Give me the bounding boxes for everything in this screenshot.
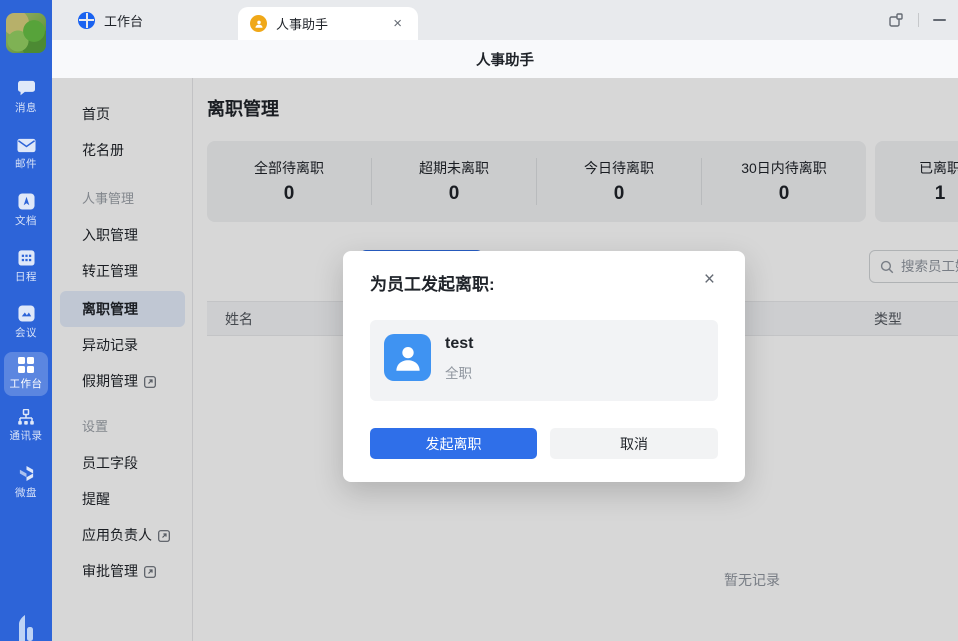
tab-label: 工作台 xyxy=(104,11,143,30)
sidebar-item-label: 文档 xyxy=(0,213,52,228)
mail-icon xyxy=(17,138,36,153)
sidebar-item-contacts[interactable]: 通讯录 xyxy=(0,409,52,443)
window-controls xyxy=(888,0,958,40)
sidebar-item-label: 日程 xyxy=(0,269,52,284)
workbench-grid-icon xyxy=(18,357,34,373)
sidebar-item-messages[interactable]: 消息 xyxy=(0,80,52,115)
meeting-icon xyxy=(18,305,35,322)
minimize-icon[interactable] xyxy=(933,19,946,21)
person-icon xyxy=(391,341,425,375)
docs-icon xyxy=(18,193,35,210)
app-window: 消息 邮件 文档 日程 xyxy=(0,0,958,641)
chart-flag-icon xyxy=(14,612,38,641)
tab-bar: 工作台 人事助手 × xyxy=(52,0,958,40)
detach-window-icon[interactable] xyxy=(888,12,904,28)
offboarding-modal: 为员工发起离职: × test 全职 发起离职 取消 xyxy=(343,251,745,482)
confirm-offboarding-button[interactable]: 发起离职 xyxy=(370,428,537,459)
sidebar-item-label: 消息 xyxy=(0,100,52,115)
hr-person-circle-icon xyxy=(250,15,267,32)
workbench-circle-icon xyxy=(78,12,95,29)
tab-hr-assistant[interactable]: 人事助手 × xyxy=(238,7,418,40)
chat-icon xyxy=(17,80,36,97)
tab-label: 人事助手 xyxy=(276,14,328,33)
employee-avatar xyxy=(384,334,431,381)
sidebar-item-calendar[interactable]: 日程 xyxy=(0,249,52,284)
user-avatar[interactable] xyxy=(6,13,46,53)
sidebar-item-bottom[interactable] xyxy=(0,612,52,641)
tab-workbench[interactable]: 工作台 xyxy=(62,0,159,40)
sidebar-item-meeting[interactable]: 会议 xyxy=(0,305,52,340)
sidebar-item-mail[interactable]: 邮件 xyxy=(0,138,52,171)
employee-type: 全职 xyxy=(445,362,472,382)
app-header: 人事助手 xyxy=(52,40,958,78)
app-title: 人事助手 xyxy=(476,49,534,70)
drive-icon xyxy=(18,465,35,482)
employee-name: test xyxy=(445,335,473,353)
controls-divider xyxy=(918,13,919,27)
sidebar-item-label: 工作台 xyxy=(0,376,52,391)
feishu-rail: 消息 邮件 文档 日程 xyxy=(0,0,52,641)
sidebar-item-docs[interactable]: 文档 xyxy=(0,193,52,228)
employee-card: test 全职 xyxy=(370,320,718,401)
sidebar-item-workbench[interactable]: 工作台 xyxy=(0,357,52,391)
sidebar-item-drive[interactable]: 微盘 xyxy=(0,465,52,500)
sidebar-item-label: 微盘 xyxy=(0,485,52,500)
modal-title: 为员工发起离职: xyxy=(370,270,495,295)
close-tab-icon[interactable]: × xyxy=(389,14,406,33)
sidebar-item-label: 通讯录 xyxy=(0,428,52,443)
calendar-icon xyxy=(18,249,35,266)
cancel-button[interactable]: 取消 xyxy=(550,428,718,459)
contacts-icon xyxy=(17,409,35,425)
sidebar-item-label: 邮件 xyxy=(0,156,52,171)
sidebar-item-label: 会议 xyxy=(0,325,52,340)
close-icon[interactable]: × xyxy=(704,270,715,289)
